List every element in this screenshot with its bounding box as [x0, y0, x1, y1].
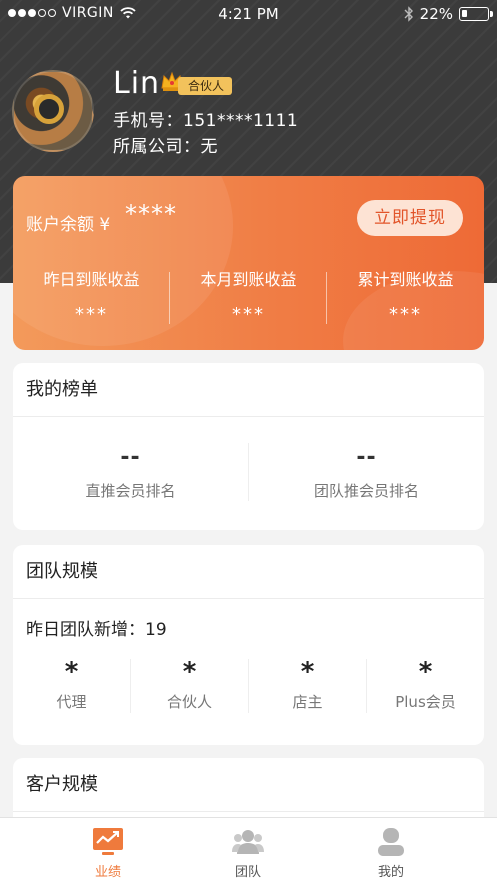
team-count: *	[64, 657, 79, 687]
customer-title: 客户规模	[13, 758, 484, 812]
battery-icon	[459, 7, 493, 21]
balance-label: 账户余额 ¥	[26, 215, 111, 235]
team-label: 代理	[56, 693, 87, 711]
rank-value: --	[356, 445, 377, 470]
status-right: 22%	[404, 5, 493, 23]
battery-fill	[462, 10, 468, 17]
rank-label: 直推会员排名	[85, 482, 176, 500]
profile-icon	[378, 828, 404, 856]
team-icon	[232, 830, 264, 854]
team-shopowner[interactable]: * 店主	[249, 657, 366, 712]
team-label: 合伙人	[166, 693, 212, 711]
team-label: Plus会员	[395, 693, 456, 711]
earning-month[interactable]: 本月到账收益 ***	[170, 266, 327, 325]
tab-team[interactable]: 团队	[165, 818, 331, 883]
ranking-title: 我的榜单	[13, 363, 484, 417]
team-partner[interactable]: * 合伙人	[131, 657, 248, 712]
battery-percent: 22%	[419, 5, 453, 23]
team-count: *	[182, 657, 197, 687]
tab-label: 团队	[234, 865, 261, 880]
tab-bar: 业绩 团队 我的	[0, 817, 497, 883]
partner-badge: 合伙人	[178, 77, 233, 95]
profile-name: Lin	[113, 66, 161, 101]
earning-label: 昨日到账收益	[43, 270, 140, 289]
team-new-yesterday: 昨日团队新增：19	[26, 620, 167, 640]
status-bar: VIRGIN 4:21 PM 22%	[0, 0, 497, 28]
ranking-card: 我的榜单 -- 直推会员排名 -- 团队推会员排名	[13, 363, 484, 530]
rank-direct[interactable]: -- 直推会员排名	[13, 445, 248, 501]
team-plus-member[interactable]: * Plus会员	[367, 657, 484, 712]
phone-number: 手机号：151****1111	[113, 111, 299, 131]
earning-label: 本月到账收益	[200, 270, 297, 289]
earning-value: ***	[389, 304, 422, 325]
earning-value: ***	[75, 304, 108, 325]
balance-value: ****	[125, 200, 177, 228]
team-card: 团队规模 昨日团队新增：19 * 代理 * 合伙人 * 店主 * Plus会员	[13, 545, 484, 745]
team-count: *	[300, 657, 315, 687]
team-count: *	[418, 657, 433, 687]
team-label: 店主	[292, 693, 323, 711]
rank-team[interactable]: -- 团队推会员排名	[249, 445, 484, 501]
rank-value: --	[120, 445, 141, 470]
withdraw-button[interactable]: 立即提现	[357, 200, 463, 236]
tab-mine[interactable]: 我的	[308, 818, 474, 883]
team-title: 团队规模	[13, 545, 484, 599]
account-card: 账户余额 ¥ **** 立即提现 昨日到账收益 *** 本月到账收益 *** 累…	[13, 176, 484, 350]
company-name: 所属公司：无	[113, 137, 218, 157]
performance-icon	[93, 828, 123, 855]
tab-label: 我的	[377, 865, 404, 880]
earning-yesterday[interactable]: 昨日到账收益 ***	[13, 266, 170, 325]
bluetooth-icon	[404, 6, 413, 22]
team-agent[interactable]: * 代理	[13, 657, 130, 712]
earning-label: 累计到账收益	[357, 270, 454, 289]
avatar[interactable]	[12, 70, 94, 152]
earning-total[interactable]: 累计到账收益 ***	[327, 266, 484, 325]
rank-label: 团队推会员排名	[313, 482, 419, 500]
earning-value: ***	[232, 304, 265, 325]
